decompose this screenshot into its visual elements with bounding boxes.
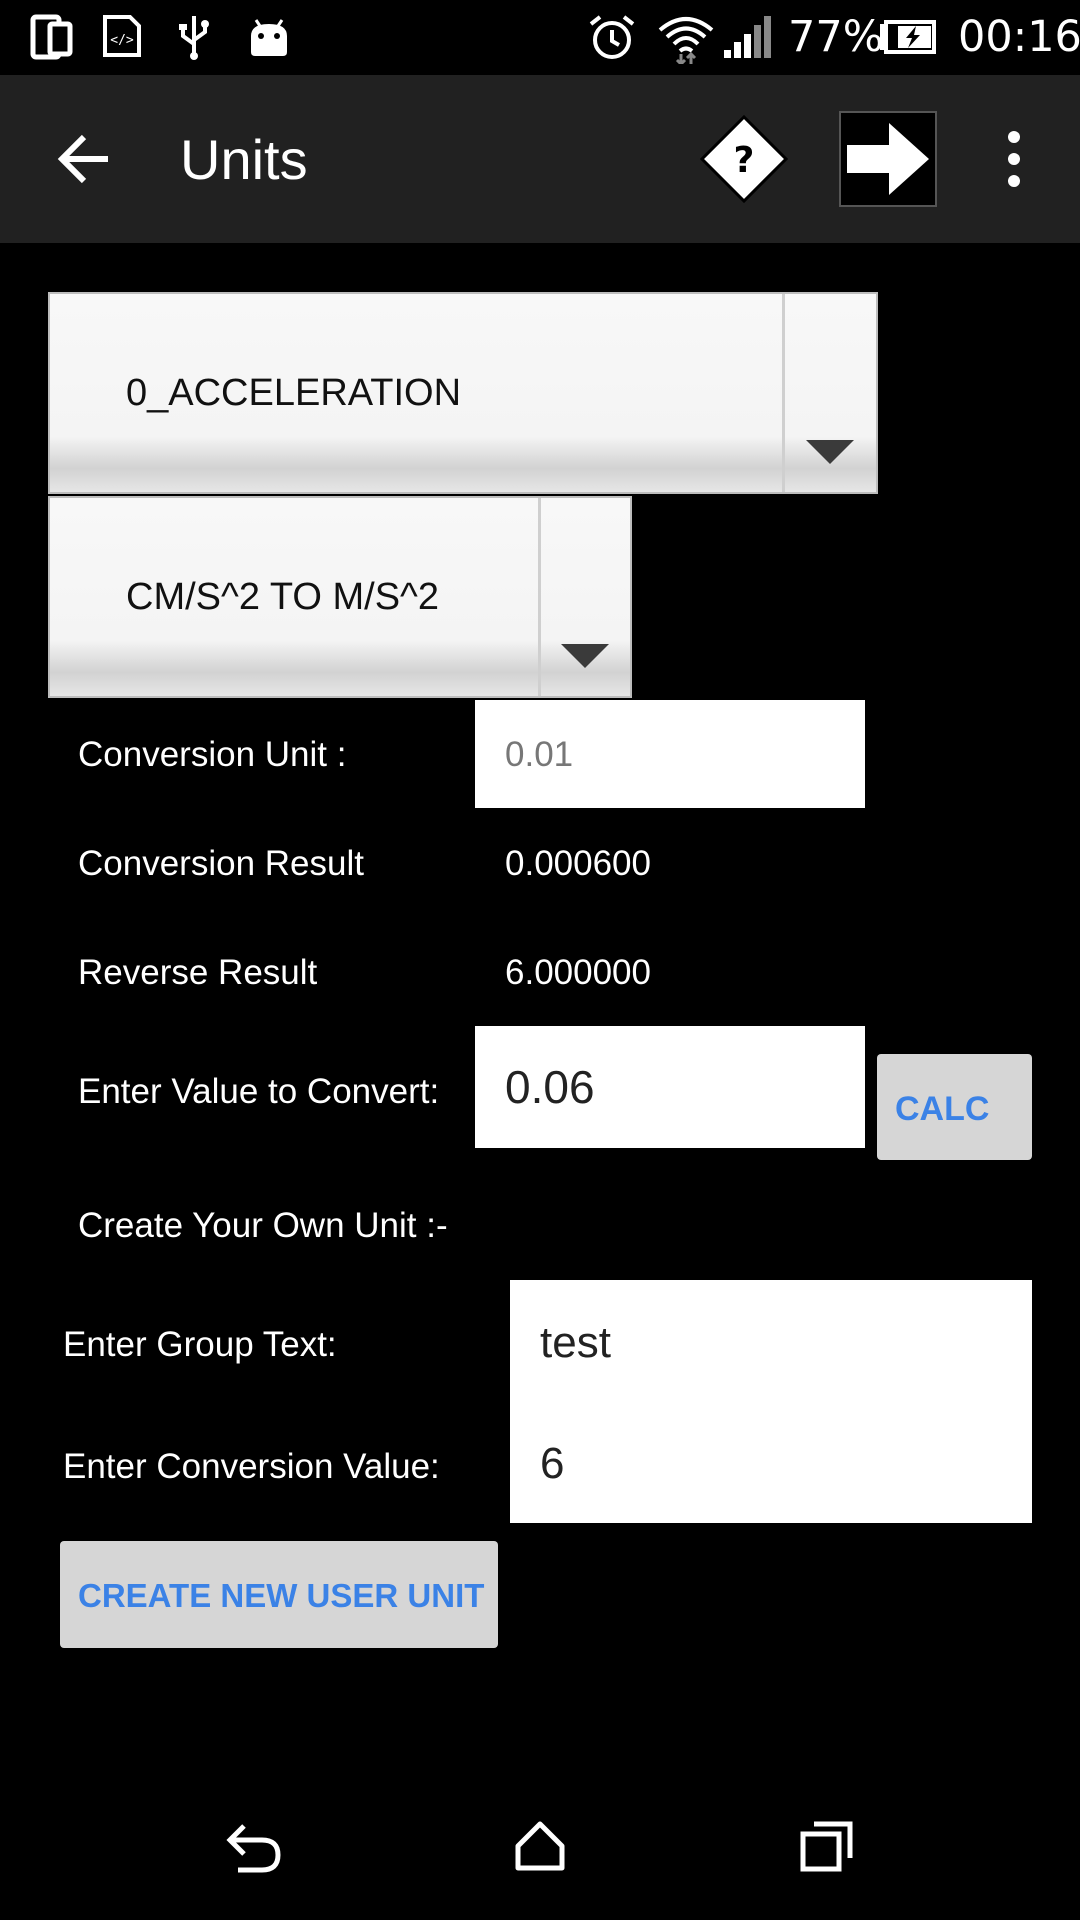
group-text-value: test	[540, 1318, 611, 1367]
reverse-result-value: 6.000000	[505, 953, 651, 992]
conversion-spinner[interactable]: CM/S^2 TO M/S^2	[48, 496, 632, 698]
create-user-unit-button[interactable]: CREATE NEW USER UNIT	[60, 1541, 498, 1648]
code-icon: </>	[103, 15, 141, 57]
action-bar: Units ?	[0, 75, 1080, 243]
conversion-value-field[interactable]: 6	[510, 1401, 1032, 1523]
back-arrow-icon[interactable]	[56, 133, 112, 185]
group-text-label: Enter Group Text:	[63, 1325, 337, 1364]
group-spinner-dropdown[interactable]	[782, 294, 876, 492]
create-unit-heading: Create Your Own Unit :-	[78, 1206, 448, 1245]
wifi-icon	[658, 17, 714, 64]
screen: </> 77% 00:16 Units ? 0_ACCELERATION CM/…	[0, 0, 1080, 1920]
battery-percent: 77%	[788, 12, 884, 62]
conversion-unit-field[interactable]: 0.01	[475, 700, 865, 808]
enter-value-field[interactable]: 0.06	[475, 1026, 865, 1148]
next-arrow-icon[interactable]	[839, 111, 937, 207]
overflow-menu-icon[interactable]	[1000, 131, 1028, 187]
usb-icon	[179, 16, 209, 60]
conversion-result-value: 0.000600	[505, 844, 651, 883]
create-user-unit-label: CREATE NEW USER UNIT	[78, 1577, 485, 1614]
conversion-value-label: Enter Conversion Value:	[63, 1447, 440, 1486]
battery-charging-icon	[880, 20, 936, 54]
signal-icon	[724, 16, 771, 58]
conversion-result-label: Conversion Result	[78, 844, 364, 883]
clock: 00:16	[958, 12, 1080, 62]
chevron-down-icon	[806, 440, 854, 464]
group-spinner-value: 0_ACCELERATION	[126, 372, 462, 414]
conversion-value-text: 6	[540, 1439, 565, 1488]
home-icon[interactable]	[514, 1820, 566, 1872]
svg-text:</>: </>	[110, 33, 134, 48]
calc-button-label: CALC	[895, 1090, 990, 1128]
conversion-unit-value: 0.01	[505, 735, 574, 774]
svg-text:?: ?	[734, 140, 755, 181]
navigation-bar	[0, 1776, 1080, 1920]
conversion-spinner-dropdown[interactable]	[538, 498, 630, 696]
recents-icon[interactable]	[800, 1820, 854, 1872]
status-bar: </> 77% 00:16	[0, 0, 1080, 75]
calc-button[interactable]: CALC	[877, 1054, 1032, 1160]
group-text-field[interactable]: test	[510, 1280, 1032, 1401]
group-spinner[interactable]: 0_ACCELERATION	[48, 292, 878, 494]
chevron-down-icon	[561, 644, 609, 668]
back-icon[interactable]	[226, 1822, 282, 1874]
enter-value-text: 0.06	[505, 1061, 595, 1113]
alarm-icon	[589, 15, 635, 59]
conversion-unit-label: Conversion Unit :	[78, 735, 347, 774]
phone-tablet-icon	[30, 14, 73, 60]
reverse-result-label: Reverse Result	[78, 953, 318, 992]
page-title: Units	[180, 128, 308, 191]
conversion-spinner-value: CM/S^2 TO M/S^2	[126, 576, 439, 618]
enter-value-label: Enter Value to Convert:	[78, 1072, 440, 1111]
help-diamond-icon[interactable]: ?	[700, 115, 788, 203]
android-icon	[251, 19, 287, 56]
